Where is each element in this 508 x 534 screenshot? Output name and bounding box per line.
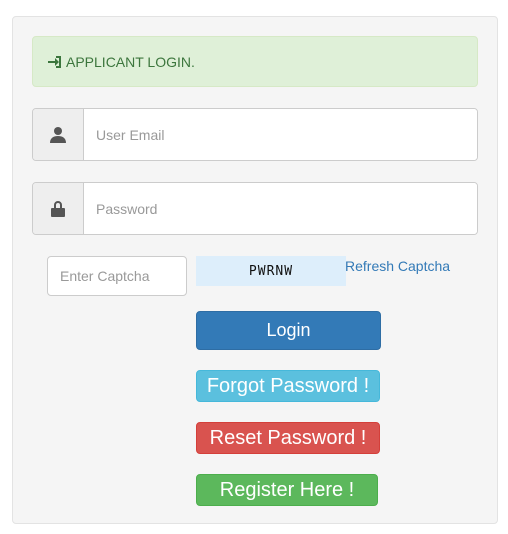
email-field[interactable]	[84, 109, 477, 160]
refresh-captcha-link[interactable]: Refresh Captcha	[345, 258, 450, 274]
captcha-field[interactable]	[47, 256, 187, 296]
password-input-group	[32, 182, 478, 235]
sign-in-icon	[47, 55, 63, 69]
login-button[interactable]: Login	[196, 311, 381, 350]
reset-password-button[interactable]: Reset Password !	[196, 422, 380, 454]
captcha-image: PWRNW	[196, 256, 346, 286]
register-button[interactable]: Register Here !	[196, 474, 378, 506]
forgot-password-button[interactable]: Forgot Password !	[196, 370, 380, 402]
login-header-alert: APPLICANT LOGIN.	[32, 36, 478, 87]
email-input-group	[32, 108, 478, 161]
lock-icon	[33, 183, 84, 234]
password-field[interactable]	[84, 183, 477, 234]
alert-title: APPLICANT LOGIN.	[66, 53, 195, 70]
user-icon	[33, 109, 84, 160]
